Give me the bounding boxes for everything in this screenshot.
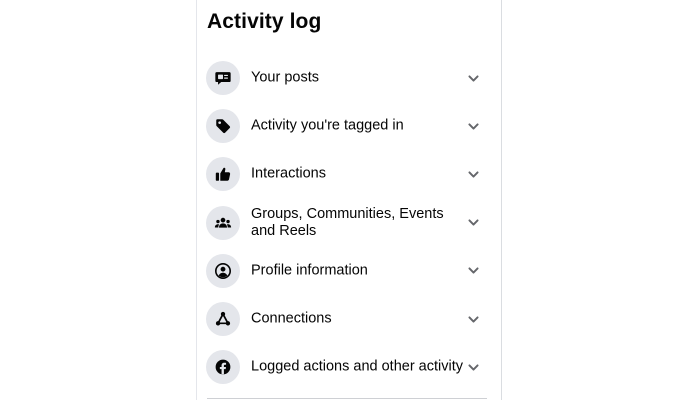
menu-item-label: Interactions bbox=[251, 165, 326, 182]
activity-log-menu: Your posts Activity you're tagged in Int… bbox=[197, 54, 501, 391]
menu-item-profile-information[interactable]: Profile information bbox=[197, 247, 501, 295]
menu-item-interactions[interactable]: Interactions bbox=[197, 150, 501, 198]
menu-item-label: Profile information bbox=[251, 262, 368, 279]
menu-item-label: Logged actions and other activity bbox=[251, 358, 463, 375]
page: Activity log Your posts Activity you're … bbox=[0, 0, 700, 400]
facebook-logo-icon bbox=[206, 350, 240, 385]
divider bbox=[207, 398, 487, 399]
connections-icon bbox=[206, 301, 240, 336]
chevron-down-icon[interactable] bbox=[465, 311, 481, 327]
chevron-down-icon[interactable] bbox=[465, 359, 481, 375]
menu-item-label: Connections bbox=[251, 310, 332, 327]
profile-icon bbox=[206, 253, 240, 288]
menu-item-your-posts[interactable]: Your posts bbox=[197, 54, 501, 102]
menu-item-label: Activity you're tagged in bbox=[251, 117, 404, 134]
chevron-down-icon[interactable] bbox=[465, 118, 481, 134]
people-icon bbox=[206, 205, 240, 240]
activity-log-panel: Activity log Your posts Activity you're … bbox=[196, 0, 502, 400]
menu-item-label: Your posts bbox=[251, 69, 319, 86]
menu-item-connections[interactable]: Connections bbox=[197, 295, 501, 343]
tag-icon bbox=[206, 109, 240, 144]
chevron-down-icon[interactable] bbox=[465, 70, 481, 86]
speech-bubble-icon bbox=[206, 61, 240, 95]
chevron-down-icon[interactable] bbox=[465, 263, 481, 279]
menu-item-label: Groups, Communities, Events and Reels bbox=[251, 205, 444, 239]
thumbs-up-icon bbox=[206, 157, 240, 192]
menu-item-groups[interactable]: Groups, Communities, Events and Reels bbox=[197, 199, 501, 247]
menu-item-tagged[interactable]: Activity you're tagged in bbox=[197, 102, 501, 150]
page-title: Activity log bbox=[207, 10, 322, 33]
menu-item-logged-actions[interactable]: Logged actions and other activity bbox=[197, 343, 501, 391]
chevron-down-icon[interactable] bbox=[465, 166, 481, 182]
chevron-down-icon[interactable] bbox=[465, 215, 481, 231]
